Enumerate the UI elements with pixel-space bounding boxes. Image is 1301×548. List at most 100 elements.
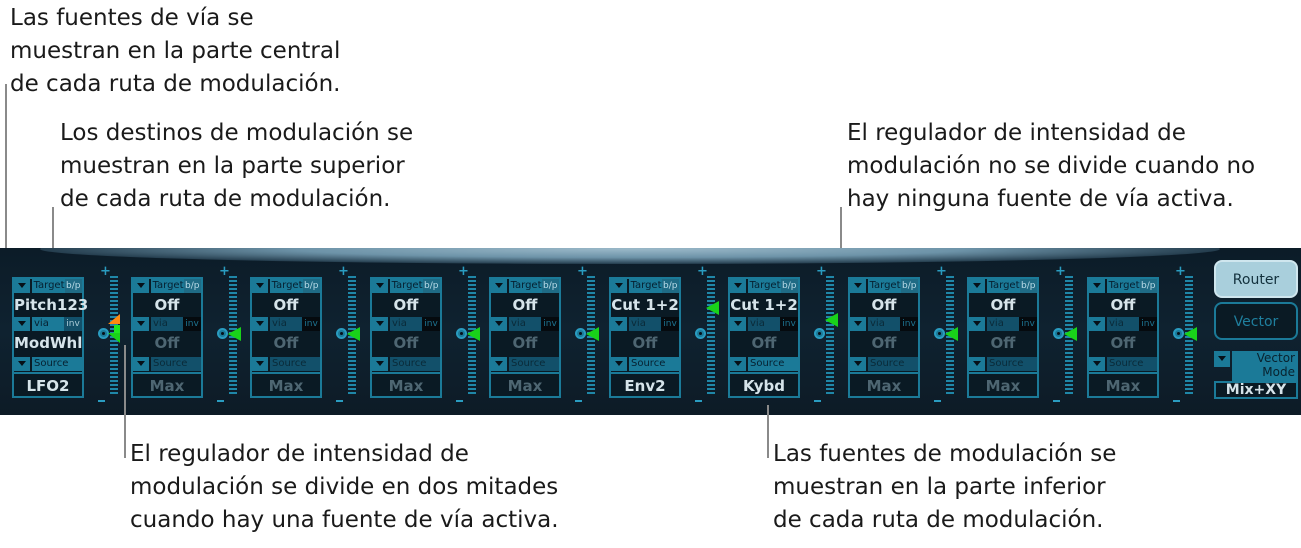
amount-arrow-icon[interactable]	[706, 301, 719, 315]
invert-toggle[interactable]: inv	[422, 317, 440, 331]
target-value[interactable]: Off	[969, 293, 1037, 317]
target-value[interactable]: Off	[850, 293, 918, 317]
source-dropdown-icon[interactable]	[730, 357, 746, 371]
target-value[interactable]: Cut 1+2	[730, 293, 798, 317]
target-dropdown-icon[interactable]	[730, 279, 746, 293]
mod-intensity-slider[interactable]: +	[217, 264, 241, 402]
bypass-toggle[interactable]: b/p	[183, 279, 201, 293]
via-value[interactable]: Off	[730, 331, 798, 355]
vector-mode-value[interactable]: Mix+XY	[1214, 381, 1298, 399]
amount-arrow-icon[interactable]	[347, 327, 360, 341]
bypass-toggle[interactable]: b/p	[541, 279, 559, 293]
bypass-toggle[interactable]: b/p	[1019, 279, 1037, 293]
via-dropdown-icon[interactable]	[850, 317, 866, 331]
target-value[interactable]: Off	[372, 293, 440, 317]
via-value[interactable]: Off	[969, 331, 1037, 355]
via-dropdown-icon[interactable]	[133, 317, 149, 331]
source-dropdown-icon[interactable]	[252, 357, 268, 371]
via-dropdown-icon[interactable]	[611, 317, 627, 331]
bypass-toggle[interactable]: b/p	[1139, 279, 1157, 293]
slider-center-knob[interactable]	[575, 328, 586, 339]
source-value[interactable]: Max	[133, 372, 201, 396]
target-dropdown-icon[interactable]	[969, 279, 985, 293]
mod-intensity-slider[interactable]: +	[1053, 264, 1077, 402]
target-value[interactable]: Off	[491, 293, 559, 317]
invert-toggle[interactable]: inv	[64, 317, 82, 331]
target-value[interactable]: Off	[1089, 293, 1157, 317]
bypass-toggle[interactable]: b/p	[780, 279, 798, 293]
via-value[interactable]: Off	[372, 331, 440, 355]
invert-toggle[interactable]: inv	[183, 317, 201, 331]
vector-mode-selector[interactable]: Vector Mode Mix+XY	[1214, 351, 1298, 399]
target-value[interactable]: Off	[133, 293, 201, 317]
slider-center-knob[interactable]	[814, 328, 825, 339]
via-value[interactable]: Off	[133, 331, 201, 355]
bypass-toggle[interactable]: b/p	[302, 279, 320, 293]
amount-arrow-icon[interactable]	[108, 333, 120, 343]
source-value[interactable]: Env2	[611, 372, 679, 396]
vector-button[interactable]: Vector	[1214, 302, 1298, 340]
via-value[interactable]: Off	[1089, 331, 1157, 355]
source-dropdown-icon[interactable]	[491, 357, 507, 371]
source-dropdown-icon[interactable]	[372, 357, 388, 371]
slider-center-knob[interactable]	[336, 328, 347, 339]
source-dropdown-icon[interactable]	[611, 357, 627, 371]
via-dropdown-icon[interactable]	[372, 317, 388, 331]
source-value[interactable]: Max	[1089, 372, 1157, 396]
via-dropdown-icon[interactable]	[969, 317, 985, 331]
source-value[interactable]: Max	[969, 372, 1037, 396]
target-value[interactable]: Off	[252, 293, 320, 317]
amount-arrow-icon[interactable]	[467, 327, 480, 341]
invert-toggle[interactable]: inv	[1019, 317, 1037, 331]
mod-intensity-slider[interactable]: +	[98, 264, 120, 402]
target-value[interactable]: Cut 1+2	[611, 293, 679, 317]
via-value[interactable]: Off	[611, 331, 679, 355]
invert-toggle[interactable]: inv	[1139, 317, 1157, 331]
invert-toggle[interactable]: inv	[780, 317, 798, 331]
amount-arrow-icon[interactable]	[825, 313, 838, 327]
invert-toggle[interactable]: inv	[900, 317, 918, 331]
via-dropdown-icon[interactable]	[730, 317, 746, 331]
slider-center-knob[interactable]	[934, 328, 945, 339]
via-dropdown-icon[interactable]	[252, 317, 268, 331]
mod-intensity-slider[interactable]: +	[336, 264, 360, 402]
source-dropdown-icon[interactable]	[14, 357, 30, 371]
source-dropdown-icon[interactable]	[1089, 357, 1105, 371]
source-dropdown-icon[interactable]	[850, 357, 866, 371]
via-value[interactable]: Off	[252, 331, 320, 355]
via-dropdown-icon[interactable]	[491, 317, 507, 331]
mod-intensity-slider[interactable]: +	[456, 264, 480, 402]
source-dropdown-icon[interactable]	[133, 357, 149, 371]
bypass-toggle[interactable]: b/p	[64, 279, 82, 293]
source-value[interactable]: Max	[850, 372, 918, 396]
via-dropdown-icon[interactable]	[1089, 317, 1105, 331]
mod-intensity-slider[interactable]: +	[934, 264, 958, 402]
via-value[interactable]: ModWhl	[14, 331, 82, 355]
slider-center-knob[interactable]	[1173, 328, 1184, 339]
target-value[interactable]: Pitch123	[14, 293, 88, 317]
source-dropdown-icon[interactable]	[969, 357, 985, 371]
via-value[interactable]: Off	[850, 331, 918, 355]
via-amount-arrow-icon[interactable]	[108, 314, 120, 324]
source-value[interactable]: Max	[252, 372, 320, 396]
bypass-toggle[interactable]: b/p	[661, 279, 679, 293]
amount-arrow-icon[interactable]	[1064, 327, 1077, 341]
bypass-toggle[interactable]: b/p	[422, 279, 440, 293]
target-dropdown-icon[interactable]	[611, 279, 627, 293]
target-dropdown-icon[interactable]	[133, 279, 149, 293]
source-value[interactable]: Kybd	[730, 372, 798, 396]
invert-toggle[interactable]: inv	[541, 317, 559, 331]
amount-arrow-icon[interactable]	[228, 327, 241, 341]
target-dropdown-icon[interactable]	[491, 279, 507, 293]
slider-center-knob[interactable]	[217, 328, 228, 339]
target-dropdown-icon[interactable]	[252, 279, 268, 293]
source-value[interactable]: Max	[491, 372, 559, 396]
slider-center-knob[interactable]	[456, 328, 467, 339]
source-value[interactable]: LFO2	[14, 372, 82, 396]
bypass-toggle[interactable]: b/p	[900, 279, 918, 293]
invert-toggle[interactable]: inv	[661, 317, 679, 331]
amount-arrow-icon[interactable]	[945, 327, 958, 341]
slider-center-knob[interactable]	[695, 328, 706, 339]
mod-intensity-slider[interactable]: +	[1173, 264, 1197, 402]
via-value[interactable]: Off	[491, 331, 559, 355]
